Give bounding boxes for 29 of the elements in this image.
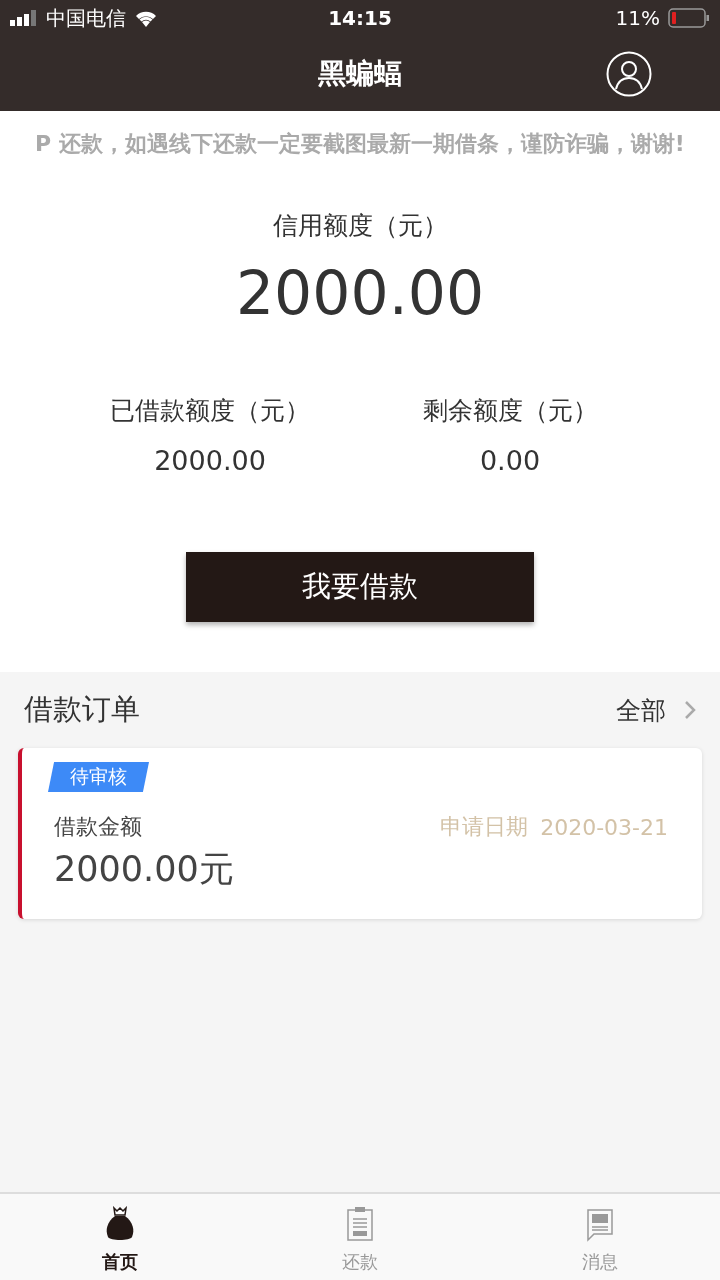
wifi-icon xyxy=(134,9,158,27)
battery-icon xyxy=(668,8,710,28)
borrow-button[interactable]: 我要借款 xyxy=(186,552,534,622)
status-badge: 待审核 xyxy=(48,762,149,792)
apply-date-label: 申请日期 xyxy=(440,813,529,841)
stat-value: 0.00 xyxy=(479,445,541,476)
message-icon xyxy=(586,1208,614,1242)
battery-percent: 11% xyxy=(615,6,660,30)
signal-icon xyxy=(10,10,38,26)
clipboard-icon xyxy=(346,1206,374,1242)
status-time: 14:15 xyxy=(328,6,392,30)
page-title: 黑蝙蝠 xyxy=(318,55,402,92)
stat-label: 已借款额度（元） xyxy=(110,395,310,427)
order-card[interactable]: 待审核 借款金额 申请日期 2020-03-21 2000.00元 xyxy=(18,748,702,919)
section-title: 借款订单 xyxy=(24,691,140,728)
tab-item[interactable]: 首页 xyxy=(0,1194,240,1280)
credit-label: 信用额度（元） xyxy=(272,210,448,242)
amount-label: 借款金额 xyxy=(54,813,143,841)
stat-value: 2000.00 xyxy=(154,445,266,476)
credit-value: 2000.00 xyxy=(235,258,485,328)
amount-value: 2000.00元 xyxy=(54,848,234,891)
chevron-icon xyxy=(684,700,696,720)
profile-icon[interactable] xyxy=(606,50,652,97)
money-bag-icon xyxy=(105,1206,135,1242)
stat-label: 剩余额度（元） xyxy=(422,395,598,427)
apply-date: 2020-03-21 xyxy=(540,814,668,840)
view-all-link[interactable]: 全部 xyxy=(616,693,696,727)
notice-marquee: P 还款，如遇线下还款一定要截图最新一期借条，谨防诈骗，谢谢! xyxy=(0,111,720,175)
carrier-name: 中国电信 xyxy=(46,4,126,32)
